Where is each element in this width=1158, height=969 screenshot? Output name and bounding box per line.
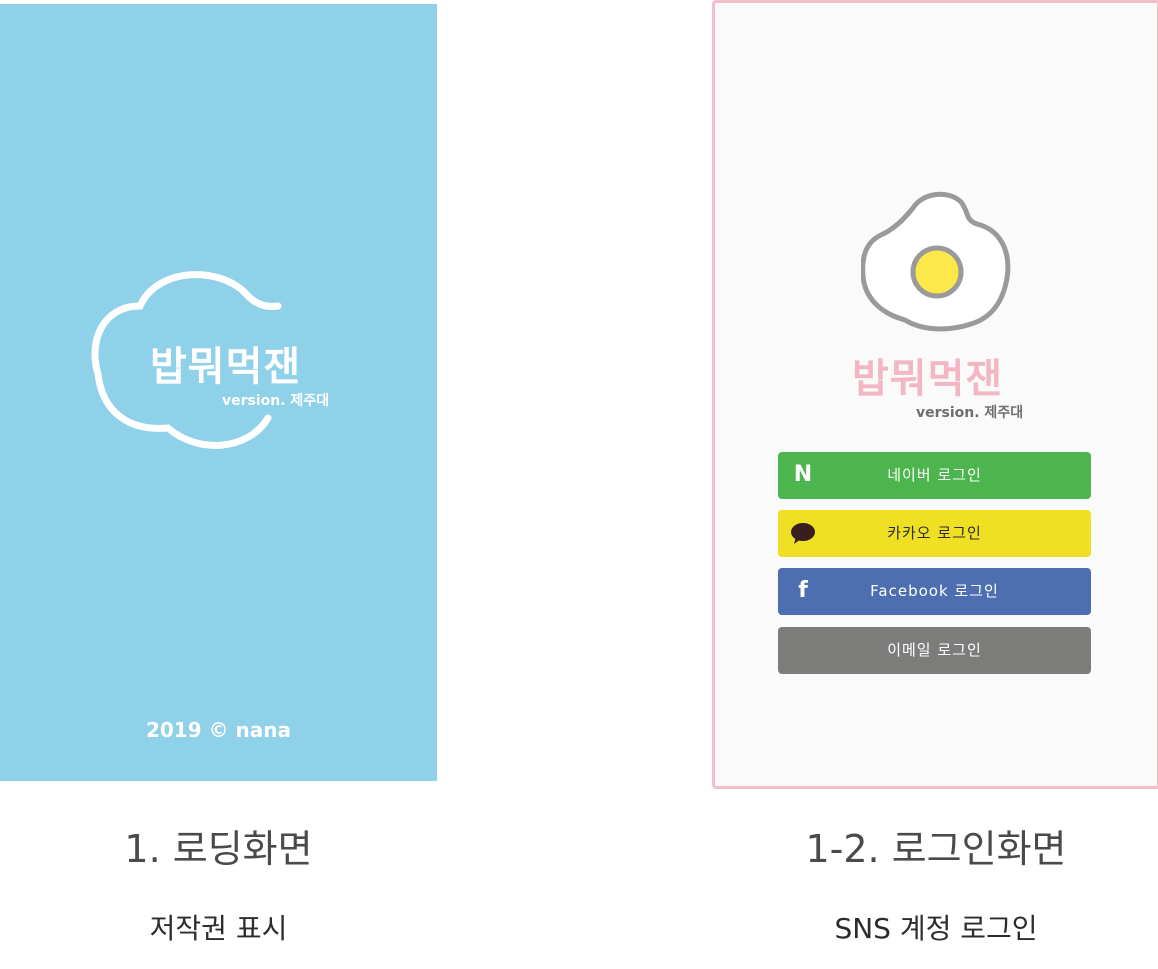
fried-egg-icon — [861, 191, 1011, 332]
copyright-text: 2019 © nana — [145, 718, 292, 742]
kakao-login-label: 카카오 로그인 — [887, 524, 982, 542]
naver-login-button[interactable]: N 네이버 로그인 — [778, 452, 1091, 499]
email-login-button[interactable]: 이메일 로그인 — [778, 627, 1091, 674]
screen2-caption-desc: SNS 계정 로그인 — [834, 912, 1038, 945]
naver-login-label: 네이버 로그인 — [887, 466, 982, 484]
login-screen: 밥뭐먹잰 version. 제주대 N 네이버 로그인 카카오 로그인 f Fa… — [712, 0, 1158, 789]
loading-version-label: version. 제주대 — [222, 393, 330, 409]
facebook-login-label: Facebook 로그인 — [870, 582, 999, 600]
email-login-label: 이메일 로그인 — [887, 641, 982, 659]
screen2-caption-title: 1-2. 로그인화면 — [805, 827, 1067, 871]
screen1-caption-title: 1. 로딩화면 — [124, 827, 313, 871]
login-version-label: version. 제주대 — [916, 405, 1024, 421]
login-app-title: 밥뭐먹잰 — [852, 356, 1004, 402]
loading-screen: 밥뭐먹잰 version. 제주대 2019 © nana — [0, 4, 437, 781]
loading-app-title: 밥뭐먹잰 — [150, 344, 302, 390]
facebook-login-button[interactable]: f Facebook 로그인 — [778, 568, 1091, 615]
kakao-login-button[interactable]: 카카오 로그인 — [778, 510, 1091, 557]
screen1-caption-desc: 저작권 표시 — [149, 912, 288, 945]
